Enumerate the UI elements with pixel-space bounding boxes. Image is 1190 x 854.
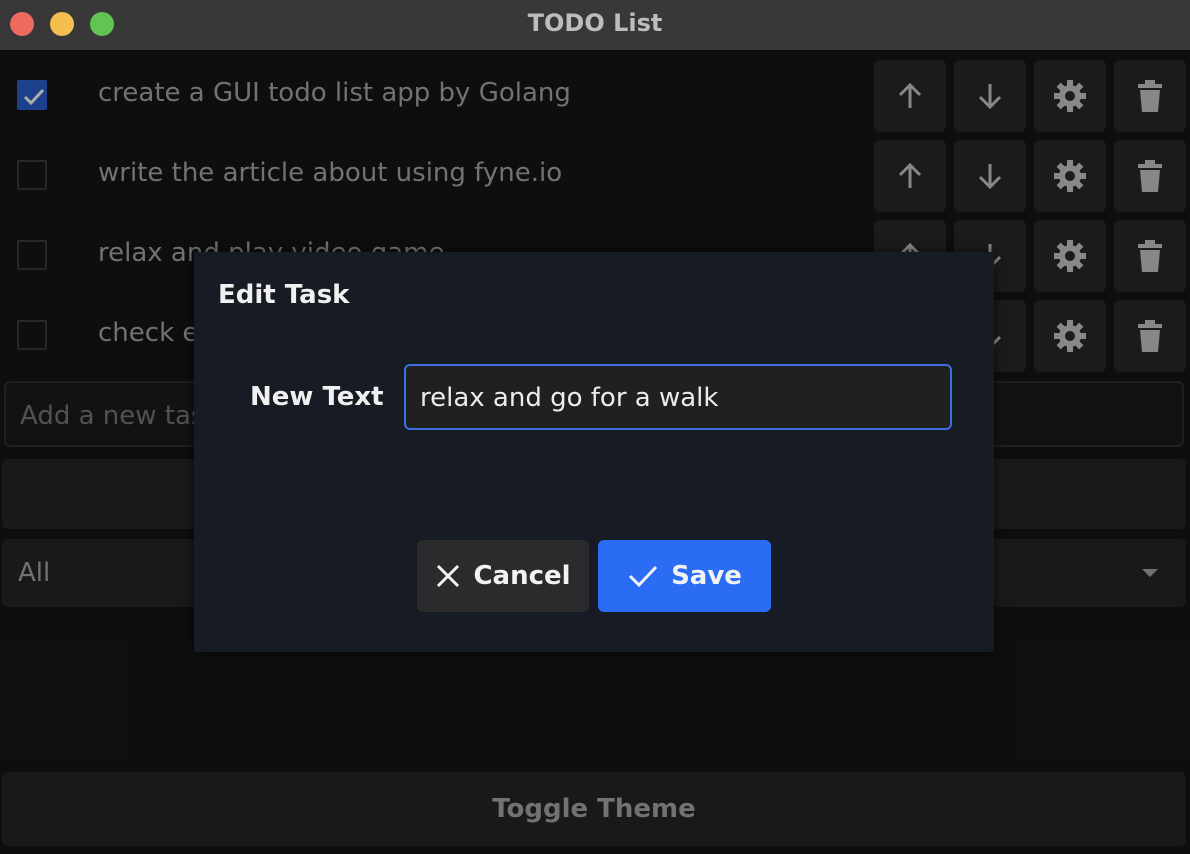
edit-task-dialog: Edit Task New Text relax and go for a wa… bbox=[194, 252, 994, 652]
cancel-button[interactable]: Cancel bbox=[417, 540, 589, 612]
window-title: TODO List bbox=[527, 9, 663, 37]
dialog-title: Edit Task bbox=[218, 280, 350, 310]
new-text-input[interactable]: relax and go for a walk bbox=[404, 364, 952, 430]
close-icon bbox=[437, 564, 460, 588]
save-button[interactable]: Save bbox=[598, 540, 771, 612]
checkmark-icon bbox=[629, 565, 658, 588]
save-label: Save bbox=[671, 561, 742, 591]
title-bar: TODO List bbox=[0, 0, 1190, 51]
new-text-label: New Text bbox=[250, 382, 384, 412]
cancel-label: Cancel bbox=[473, 561, 571, 591]
new-text-value: relax and go for a walk bbox=[420, 383, 719, 413]
